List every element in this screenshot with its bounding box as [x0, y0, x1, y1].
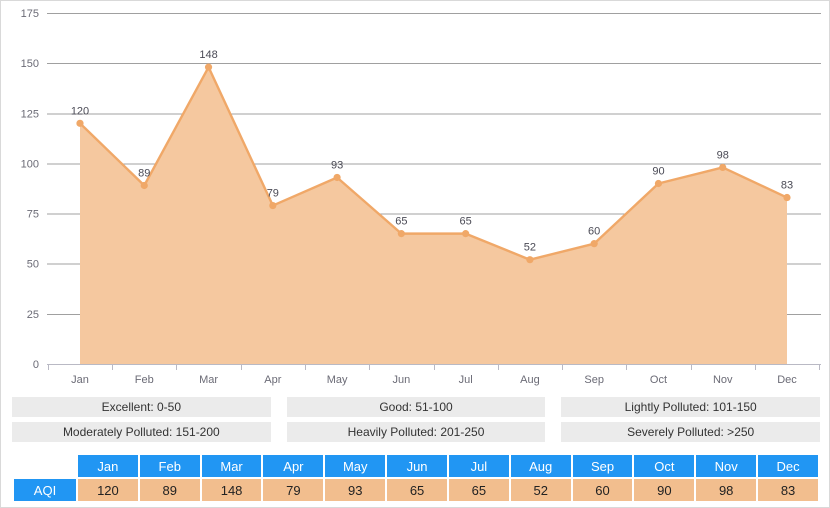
table-column-header[interactable]: Mar: [201, 455, 262, 477]
data-point: [719, 163, 727, 172]
chart-svg: 0 25 50 75 100 125 150 175 120 89 148 79 93 65 65 52 60 9…: [21, 8, 821, 386]
table-cell-aqi-value[interactable]: 79: [263, 479, 324, 501]
aqi-data-table: Jan Feb Mar Apr May Jun Jul Aug Sep Oct Nov Dec AQI 1…: [12, 453, 820, 503]
table-cell-aqi-value[interactable]: 65: [448, 479, 509, 501]
data-point: [269, 201, 277, 210]
x-axis-tick-label: Aug: [520, 374, 540, 386]
legend-row: Excellent: 0-50 Good: 51-100 Lightly Pol…: [12, 397, 821, 417]
x-axis-tick-label: Sep: [584, 374, 604, 386]
table-column-header[interactable]: Jul: [448, 455, 509, 477]
table-cell-aqi-value[interactable]: 65: [387, 479, 447, 501]
x-axis-tick-label: Jul: [459, 374, 473, 386]
x-axis-tick-label: Feb: [135, 374, 154, 386]
data-point: [590, 240, 598, 248]
data-point-label: 98: [717, 149, 729, 161]
data-point-label: 89: [138, 167, 150, 179]
data-point-label: 148: [199, 49, 217, 61]
table-column-header[interactable]: Aug: [510, 455, 571, 477]
legend-item-good: Good: 51-100: [286, 397, 546, 417]
y-axis-tick-label: 150: [21, 58, 39, 70]
data-point-label: 120: [71, 105, 89, 117]
data-point-label: 52: [524, 242, 536, 254]
x-axis-tick-label: Jun: [392, 374, 410, 386]
table-cell-aqi-value[interactable]: 93: [325, 479, 386, 501]
data-point-label: 93: [331, 159, 343, 171]
data-point: [654, 179, 663, 188]
table-row-header-aqi[interactable]: AQI: [14, 479, 76, 501]
table-cell-aqi-value[interactable]: 98: [696, 479, 757, 501]
table-column-header[interactable]: Jun: [387, 455, 447, 477]
data-point: [333, 173, 341, 182]
data-point-label: 60: [588, 226, 600, 238]
table-cell-aqi-value[interactable]: 148: [201, 479, 262, 501]
table-cell-aqi-value[interactable]: 120: [78, 479, 138, 501]
legend-item-excellent: Excellent: 0-50: [12, 397, 271, 417]
y-axis-tick-label: 25: [27, 309, 39, 321]
table-column-header[interactable]: Oct: [634, 455, 695, 477]
aqi-area-chart-widget: 0 25 50 75 100 125 150 175 120 89 148 79 93 65 65 52 60 9…: [0, 0, 830, 508]
pollution-level-legend: Excellent: 0-50 Good: 51-100 Lightly Pol…: [12, 397, 821, 447]
table-cell-aqi-value[interactable]: 83: [758, 479, 818, 501]
table-column-header[interactable]: Feb: [139, 455, 200, 477]
table-column-header[interactable]: Apr: [263, 455, 324, 477]
data-point-label: 65: [460, 216, 472, 228]
table-column-header[interactable]: Jan: [78, 455, 138, 477]
y-axis-tick-label: 50: [27, 259, 39, 271]
x-axis-tick-label: May: [327, 374, 348, 386]
table-column-header[interactable]: Dec: [758, 455, 818, 477]
table-cell-aqi-value[interactable]: 89: [139, 479, 200, 501]
legend-item-severely-polluted: Severely Polluted: >250: [561, 422, 821, 442]
legend-item-heavily-polluted: Heavily Polluted: 201-250: [286, 422, 546, 442]
area-fill: [80, 67, 787, 364]
x-axis-tick-label: Jan: [71, 374, 89, 386]
data-point: [76, 119, 84, 127]
data-point: [397, 230, 405, 238]
data-point-label: 83: [781, 180, 793, 192]
data-point-label: 79: [267, 188, 279, 200]
data-point: [462, 230, 470, 238]
y-axis-tick-label: 75: [27, 209, 39, 221]
chart-area: 0 25 50 75 100 125 150 175 120 89 148 79 93 65 65 52 60 9…: [1, 1, 829, 393]
data-point: [204, 63, 213, 71]
x-axis-tick-label: Dec: [777, 374, 797, 386]
x-axis-tick-label: Oct: [650, 374, 667, 386]
table-column-header[interactable]: May: [325, 455, 386, 477]
table-cell-aqi-value[interactable]: 52: [510, 479, 571, 501]
table-column-header[interactable]: Nov: [696, 455, 757, 477]
legend-row: Moderately Polluted: 151-200 Heavily Pol…: [12, 422, 821, 442]
table-row: AQI 120 89 148 79 93 65 65 52 60 90 98 83: [14, 479, 818, 501]
table-cell-aqi-value[interactable]: 90: [634, 479, 695, 501]
y-axis-tick-label: 100: [21, 158, 39, 170]
table-corner-cell: [14, 455, 76, 477]
table-header-row: Jan Feb Mar Apr May Jun Jul Aug Sep Oct Nov Dec: [14, 455, 818, 477]
legend-item-moderately-polluted: Moderately Polluted: 151-200: [12, 422, 271, 442]
y-axis-tick-label: 175: [21, 8, 39, 20]
y-axis-tick-label: 125: [21, 108, 39, 120]
data-point: [783, 193, 791, 202]
data-point-label: 65: [395, 216, 407, 228]
x-axis-tick-label: Mar: [199, 374, 218, 386]
data-point-label: 90: [652, 165, 664, 177]
table-cell-aqi-value[interactable]: 60: [572, 479, 633, 501]
table-column-header[interactable]: Sep: [572, 455, 633, 477]
y-axis-tick-label: 0: [33, 359, 39, 371]
x-axis-tick-label: Nov: [713, 374, 733, 386]
x-axis-tick-label: Apr: [264, 374, 281, 386]
data-point: [140, 181, 148, 190]
data-point: [526, 256, 534, 264]
legend-item-lightly-polluted: Lightly Polluted: 101-150: [561, 397, 821, 417]
